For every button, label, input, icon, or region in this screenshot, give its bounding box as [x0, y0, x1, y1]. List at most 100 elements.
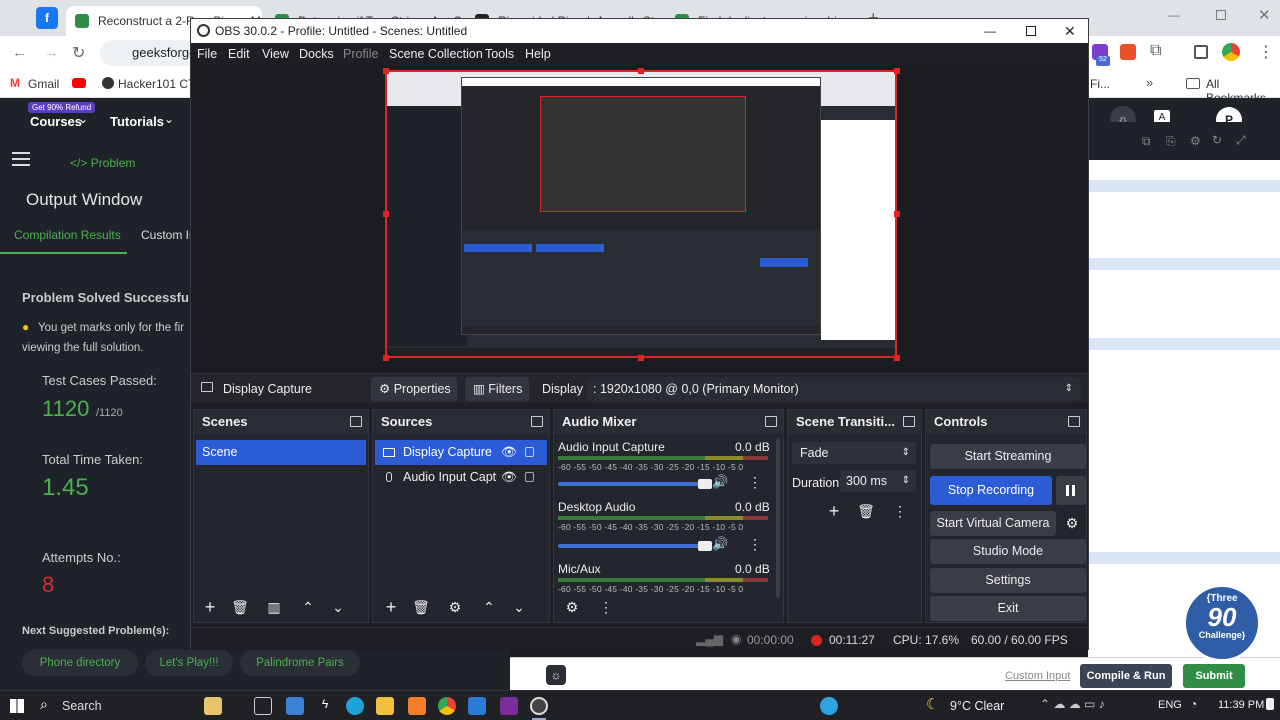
filter-icon[interactable]: ▥: [262, 596, 286, 618]
down-icon[interactable]: ⌄: [326, 596, 350, 618]
resize-handle[interactable]: [383, 211, 389, 217]
chrome-account-icon[interactable]: [1222, 43, 1240, 61]
resize-handle[interactable]: [894, 211, 900, 217]
reset-icon[interactable]: ↻: [1212, 133, 1222, 147]
add-icon[interactable]: +: [198, 596, 222, 618]
suggestion-chip[interactable]: Let's Play!!!: [145, 650, 233, 676]
minimize-icon[interactable]: —: [984, 19, 996, 43]
maximize-icon[interactable]: [1026, 26, 1036, 36]
properties-button[interactable]: ⚙ Properties: [371, 377, 457, 401]
duration-spinbox[interactable]: 300 ms ⇕: [840, 470, 916, 492]
up-icon[interactable]: ⌃: [477, 596, 501, 618]
preview-capture[interactable]: [385, 70, 897, 358]
suggestion-chip[interactable]: Phone directory: [22, 650, 138, 676]
settings-icon[interactable]: ⚙: [1190, 134, 1201, 148]
taskview-icon[interactable]: [254, 697, 272, 715]
resize-handle[interactable]: [894, 355, 900, 361]
close-icon[interactable]: ✕: [1258, 6, 1271, 24]
compile-run-button[interactable]: Compile & Run: [1080, 664, 1172, 688]
sublime-icon[interactable]: [408, 697, 426, 715]
notification-icon[interactable]: [1266, 698, 1274, 710]
address-bar[interactable]: geeksforge: [100, 40, 200, 66]
tab-compilation[interactable]: Compilation Results: [14, 228, 121, 242]
suggestion-chip[interactable]: Palindrome Pairs: [240, 650, 360, 676]
studio-mode-button[interactable]: Studio Mode: [930, 539, 1086, 564]
tab-custom-input[interactable]: Custom In: [141, 228, 196, 242]
forward-icon[interactable]: →: [44, 44, 59, 61]
resize-handle[interactable]: [638, 355, 644, 361]
display-select[interactable]: : 1920x1080 @ 0,0 (Primary Monitor) ⇕: [587, 377, 1081, 401]
nav-courses[interactable]: Courses: [30, 114, 82, 129]
fullscreen-icon[interactable]: ⤢: [1236, 133, 1246, 148]
gear-icon[interactable]: ⚙: [1060, 512, 1084, 534]
chevron-icon[interactable]: »: [1146, 75, 1153, 90]
scene-item[interactable]: Scene: [196, 440, 366, 465]
down-icon[interactable]: ⌄: [507, 596, 531, 618]
edge-icon[interactable]: [346, 697, 364, 715]
paste-icon[interactable]: ⎘: [1166, 134, 1176, 149]
up-icon[interactable]: ⌃: [296, 596, 320, 618]
minimize-icon[interactable]: —: [1168, 8, 1180, 22]
menu-file[interactable]: File: [197, 43, 217, 65]
youtube-icon[interactable]: [72, 78, 86, 88]
trash-icon[interactable]: 🗑: [409, 596, 433, 618]
more-icon[interactable]: ⋮: [748, 536, 762, 553]
slider-knob[interactable]: [698, 479, 712, 489]
source-item-audio[interactable]: Audio Input Captu 👁: [375, 465, 547, 490]
start-virtual-camera-button[interactable]: Start Virtual Camera: [930, 511, 1056, 536]
weather-text[interactable]: 9°C Clear: [950, 699, 1004, 713]
mail-icon[interactable]: [286, 697, 304, 715]
close-icon[interactable]: ✕: [1064, 19, 1076, 43]
source-item-display[interactable]: Display Capture 👁: [375, 440, 547, 465]
resize-handle[interactable]: [383, 355, 389, 361]
bookmark-fi[interactable]: Fi...: [1090, 77, 1110, 91]
custom-input-link[interactable]: Custom Input: [1005, 670, 1070, 682]
taskbar-search[interactable]: Search: [62, 699, 102, 713]
puzzle-icon[interactable]: ⧉: [1150, 42, 1161, 60]
trash-icon[interactable]: 🗑: [228, 596, 252, 618]
eye-icon[interactable]: 👁: [501, 465, 517, 490]
onenote-icon[interactable]: [500, 697, 518, 715]
settings-button[interactable]: Settings: [930, 568, 1086, 593]
filters-button[interactable]: ▥ Filters: [465, 377, 529, 401]
files-icon[interactable]: [204, 697, 222, 715]
volume-slider[interactable]: [558, 479, 712, 489]
submit-button[interactable]: Submit: [1183, 664, 1245, 688]
theme-toggle-icon[interactable]: ☼: [546, 665, 566, 685]
mixer-scrollbar[interactable]: [776, 438, 780, 598]
nav-tutorials[interactable]: Tutorials: [110, 114, 164, 129]
lock-icon[interactable]: [525, 472, 534, 482]
chrome-icon[interactable]: [438, 697, 456, 715]
add-icon[interactable]: +: [379, 596, 403, 618]
eye-icon[interactable]: 👁: [501, 440, 517, 465]
menu-help[interactable]: Help: [525, 43, 551, 65]
gear-icon[interactable]: ⚙: [443, 596, 467, 618]
app-icon[interactable]: ϟ: [316, 697, 334, 715]
menu-edit[interactable]: Edit: [228, 43, 250, 65]
language-indicator[interactable]: ENG: [1158, 699, 1182, 711]
more-icon[interactable]: ⋮: [888, 500, 912, 522]
menu-view[interactable]: View: [262, 43, 289, 65]
sidepanel-icon[interactable]: [1194, 45, 1208, 59]
copy-icon[interactable]: ⧉: [1142, 134, 1151, 149]
speaker-icon[interactable]: 🔊: [712, 536, 728, 552]
menu-scene-collection[interactable]: Scene Collection: [389, 43, 483, 65]
more-icon[interactable]: ⋮: [594, 596, 618, 618]
back-icon[interactable]: ←: [12, 44, 27, 61]
chrome-profile-icon[interactable]: f: [36, 7, 58, 29]
speaker-icon[interactable]: 🔊: [712, 474, 728, 490]
slider-knob[interactable]: [698, 541, 712, 551]
lock-icon[interactable]: [525, 447, 534, 457]
menu-icon[interactable]: ⋮: [1258, 42, 1274, 62]
exit-button[interactable]: Exit: [930, 596, 1086, 621]
explorer-icon[interactable]: [376, 697, 394, 715]
menu-docks[interactable]: Docks: [299, 43, 334, 65]
menu-tools[interactable]: Tools: [485, 43, 514, 65]
dock-float-icon[interactable]: [350, 416, 362, 427]
windows-start-icon[interactable]: [10, 699, 24, 713]
stop-recording-button[interactable]: Stop Recording: [930, 476, 1052, 505]
dock-float-icon[interactable]: [531, 416, 543, 427]
start-streaming-button[interactable]: Start Streaming: [930, 444, 1086, 469]
help-icon[interactable]: [820, 697, 838, 715]
volume-slider[interactable]: [558, 541, 712, 551]
